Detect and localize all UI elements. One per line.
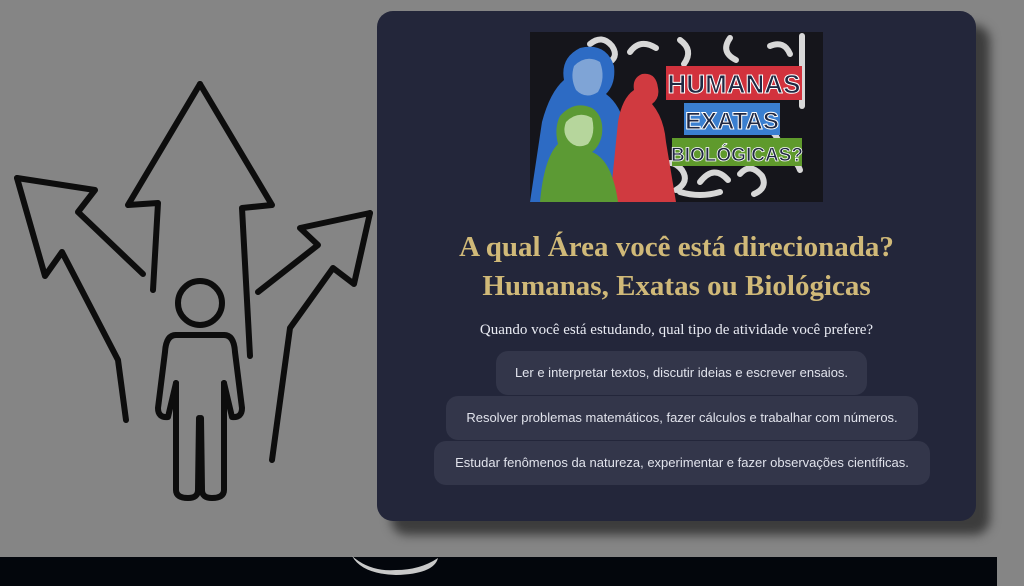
banner-artwork: HUMANAS EXATAS BIOLÓGICAS?: [530, 33, 805, 202]
answer-option-humanas[interactable]: Ler e interpretar textos, discutir ideia…: [496, 351, 867, 395]
banner-label-exatas: EXATAS: [685, 108, 779, 135]
answer-option-biologicas[interactable]: Estudar fenômenos da natureza, experimen…: [434, 441, 930, 485]
quiz-title-line-2: Humanas, Exatas ou Biológicas: [482, 270, 871, 302]
banner-label-biologicas: BIOLÓGICAS?: [671, 144, 803, 166]
quiz-question: Quando você está estudando, qual tipo de…: [479, 322, 874, 338]
banner-label-humanas: HUMANAS: [668, 69, 801, 99]
answer-option-exatas[interactable]: Resolver problemas matemáticos, fazer cá…: [446, 396, 918, 440]
quiz-card: HUMANAS EXATAS BIOLÓGICAS? A qual Área v…: [377, 11, 976, 521]
bottom-bar: [0, 557, 997, 586]
quiz-banner-image: HUMANAS EXATAS BIOLÓGICAS?: [530, 32, 823, 202]
person-crossroads-arrows-icon: [14, 81, 373, 501]
quiz-title-line-1: A qual Área você está direcionada?: [459, 231, 894, 263]
bottom-right-strip: [997, 557, 1024, 586]
decorative-blob: [352, 556, 438, 575]
quiz-title: A qual Área você está direcionada? Human…: [377, 228, 976, 306]
